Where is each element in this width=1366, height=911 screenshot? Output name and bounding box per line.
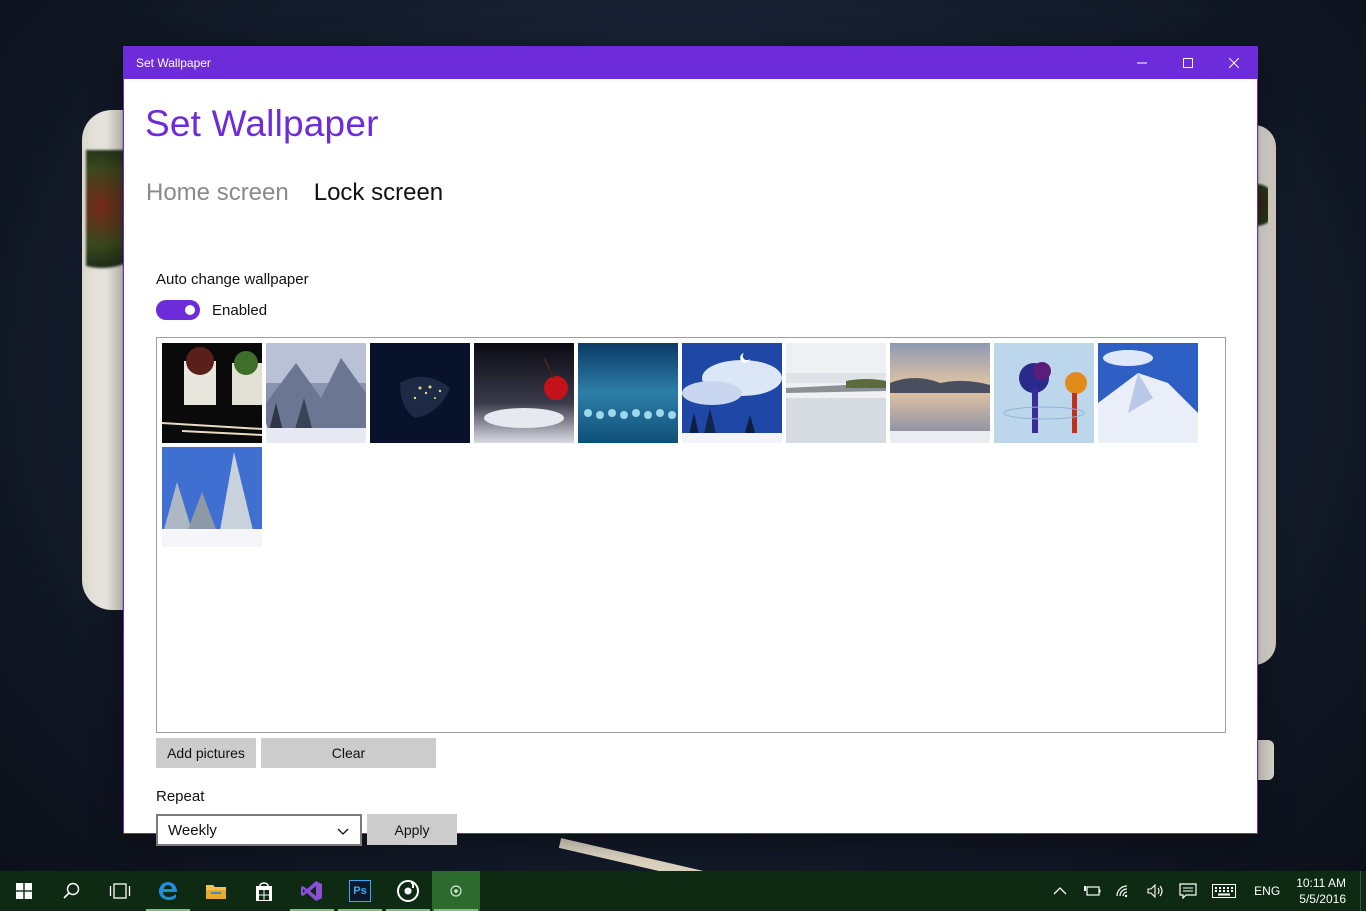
keyboard-icon — [1212, 884, 1237, 898]
earth-night-image — [370, 343, 470, 443]
close-icon — [1229, 58, 1239, 68]
clock[interactable]: 10:11 AM 5/5/2016 — [1290, 875, 1360, 907]
tab-lock-screen[interactable]: Lock screen — [314, 179, 443, 207]
desktop-planter-foot — [1258, 740, 1274, 780]
taskbar: Ps ENG 10:11 AM 5/5/2016 — [0, 871, 1366, 911]
window-title: Set Wallpaper — [136, 56, 211, 70]
edge-browser-icon — [159, 882, 177, 900]
search-button[interactable] — [48, 871, 96, 911]
succulents-image — [162, 343, 262, 443]
wifi-button[interactable] — [1108, 871, 1140, 911]
photoshop-label: Ps — [353, 885, 367, 897]
repeat-dropdown[interactable]: Weekly — [156, 814, 362, 846]
app-content: Set Wallpaper Home screen Lock screen Au… — [124, 79, 1257, 846]
system-tray: ENG 10:11 AM 5/5/2016 — [1044, 871, 1366, 911]
search-icon — [63, 882, 80, 899]
moon-snow-forest-image — [682, 343, 782, 443]
maximize-icon — [1183, 58, 1193, 68]
cherry-image — [474, 343, 574, 443]
taskbar-edge[interactable] — [144, 871, 192, 911]
clock-date: 5/5/2016 — [1299, 892, 1346, 906]
taskbar-store[interactable] — [240, 871, 288, 911]
thumbnail-snowy-peak[interactable] — [1098, 343, 1198, 443]
battery-button[interactable] — [1076, 871, 1108, 911]
thumbnail-lake-sunrise[interactable] — [890, 343, 990, 443]
apply-button[interactable]: Apply — [367, 814, 457, 845]
lake-sunrise-image — [890, 343, 990, 443]
thumbnail-earth-night[interactable] — [370, 343, 470, 443]
notification-icon — [1179, 883, 1197, 899]
show-hidden-icons-button[interactable] — [1044, 871, 1076, 911]
ink-in-water-image — [994, 343, 1094, 443]
thumbnail-misty-lake[interactable] — [786, 343, 886, 443]
taskbar-groove-music[interactable] — [384, 871, 432, 911]
taskbar-file-explorer[interactable] — [192, 871, 240, 911]
thumbnail-blue-drops[interactable] — [578, 343, 678, 443]
thumbnail-moon-snow-forest[interactable] — [682, 343, 782, 443]
wifi-icon — [1116, 885, 1128, 898]
clear-button[interactable]: Clear — [261, 738, 436, 768]
add-pictures-button[interactable]: Add pictures — [156, 738, 256, 768]
snowy-mountains-image — [266, 343, 366, 443]
maximize-button[interactable] — [1165, 47, 1211, 79]
task-view-button[interactable] — [96, 871, 144, 911]
repeat-selected-value: Weekly — [168, 821, 217, 839]
windows-start-icon — [16, 883, 32, 899]
action-center-button[interactable] — [1172, 871, 1204, 911]
file-explorer-icon — [206, 885, 226, 899]
taskbar-set-wallpaper[interactable] — [432, 871, 480, 911]
blue-drops-image — [578, 343, 678, 443]
thumbnail-snowy-mountains[interactable] — [266, 343, 366, 443]
task-view-icon — [109, 883, 131, 899]
thumbnail-cherry[interactable] — [474, 343, 574, 443]
volume-button[interactable] — [1140, 871, 1172, 911]
show-desktop-button[interactable] — [1360, 871, 1366, 911]
close-button[interactable] — [1211, 47, 1257, 79]
taskbar-visual-studio[interactable] — [288, 871, 336, 911]
photoshop-icon: Ps — [349, 880, 371, 902]
volume-icon — [1147, 884, 1163, 898]
auto-change-toggle[interactable] — [156, 300, 200, 320]
toggle-state-label: Enabled — [212, 301, 268, 319]
window-controls — [1119, 47, 1257, 79]
battery-icon — [1084, 886, 1101, 896]
input-language[interactable]: ENG — [1244, 884, 1290, 898]
clock-time: 10:11 AM — [1296, 876, 1346, 890]
title-bar[interactable]: Set Wallpaper — [124, 47, 1257, 79]
wallpaper-gallery[interactable] — [156, 337, 1226, 733]
app-window: Set Wallpaper Set Wallpaper Home screen … — [123, 46, 1258, 846]
misty-lake-image — [786, 343, 886, 443]
chevron-down-icon — [337, 828, 349, 835]
minimize-icon — [1137, 62, 1147, 64]
tab-home-screen[interactable]: Home screen — [146, 179, 289, 207]
set-wallpaper-app-icon — [450, 885, 462, 897]
thumbnail-snowy-pines[interactable] — [162, 447, 262, 547]
store-icon — [256, 882, 272, 901]
toggle-knob — [185, 305, 195, 315]
start-button[interactable] — [0, 871, 48, 911]
page-title: Set Wallpaper — [145, 103, 379, 144]
snowy-peak-image — [1098, 343, 1198, 443]
thumbnail-ink-in-water[interactable] — [994, 343, 1094, 443]
desktop-plant-left — [86, 150, 126, 290]
groove-music-icon — [397, 880, 419, 902]
minimize-button[interactable] — [1119, 47, 1165, 79]
touch-keyboard-button[interactable] — [1204, 871, 1244, 911]
pivot-tabs: Home screen Lock screen — [146, 179, 443, 207]
repeat-label: Repeat — [156, 788, 205, 805]
auto-change-label: Auto change wallpaper — [156, 271, 309, 288]
visual-studio-icon — [301, 881, 322, 901]
thumbnail-succulents[interactable] — [162, 343, 262, 443]
taskbar-photoshop[interactable]: Ps — [336, 871, 384, 911]
auto-change-toggle-row: Enabled — [156, 300, 267, 320]
chevron-up-icon — [1053, 887, 1067, 895]
snowy-pines-image — [162, 447, 262, 547]
